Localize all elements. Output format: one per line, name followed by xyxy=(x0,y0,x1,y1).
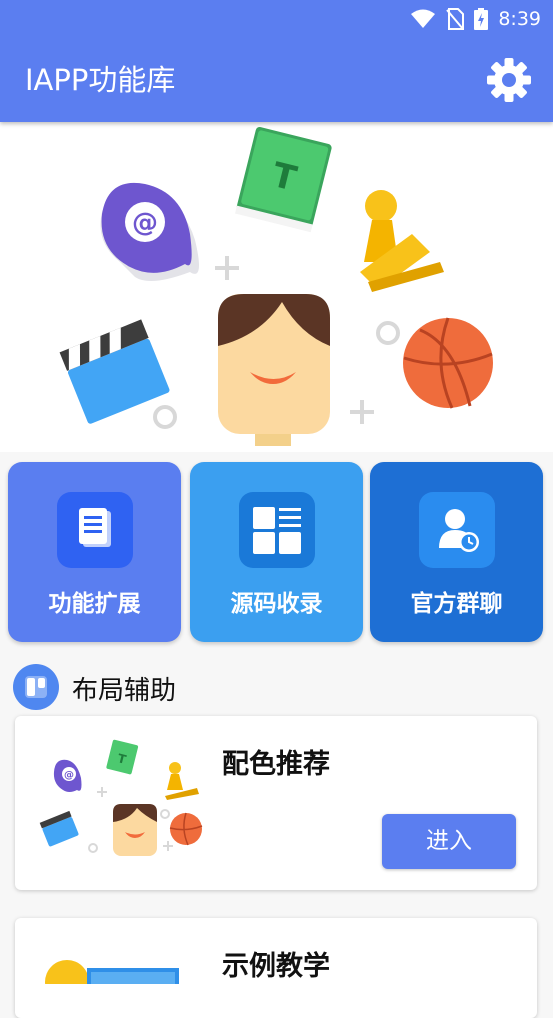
hero-artwork: @ T xyxy=(59,126,493,446)
svg-text:@: @ xyxy=(64,770,74,781)
book-icon: T xyxy=(235,126,332,233)
card-example-tutorial: 示例教学 xyxy=(15,918,537,1018)
card-color-recommendation: @ T 配色推荐 进入 xyxy=(15,716,537,890)
tile-label: 官方群聊 xyxy=(410,591,503,617)
document-icon xyxy=(57,492,133,568)
battery-charging-icon xyxy=(474,8,489,30)
section-title: 布局辅助 xyxy=(72,676,177,706)
layout-icon xyxy=(13,664,59,710)
tile-source-collection[interactable]: 源码收录 xyxy=(190,462,363,642)
tile-label: 功能扩展 xyxy=(48,591,141,617)
enter-button[interactable]: 进入 xyxy=(382,814,516,869)
card-illustration: @ T xyxy=(39,739,203,856)
clock-time: 8:39 xyxy=(498,8,541,30)
clapperboard-icon xyxy=(59,319,170,424)
status-bar: 8:39 xyxy=(410,8,541,30)
character-face-icon xyxy=(218,294,330,446)
basketball-icon xyxy=(403,317,493,409)
hero-illustration: @ T xyxy=(0,122,553,452)
wifi-icon xyxy=(411,9,436,28)
card-title: 示例教学 xyxy=(222,951,330,982)
card-illustration xyxy=(45,960,179,984)
tile-official-group[interactable]: 官方群聊 xyxy=(370,462,543,642)
gear-icon[interactable] xyxy=(486,57,532,103)
svg-text:@: @ xyxy=(132,208,158,238)
tile-label: 源码收录 xyxy=(230,591,323,617)
user-clock-icon xyxy=(419,492,495,568)
no-sim-icon xyxy=(446,8,465,30)
tile-feature-extension[interactable]: 功能扩展 xyxy=(8,462,181,642)
chess-pawn-icon xyxy=(360,190,444,292)
app-bar: 8:39 IAPP功能库 xyxy=(0,0,553,122)
chat-bubble-icon: @ xyxy=(100,182,199,281)
card-title: 配色推荐 xyxy=(222,749,330,780)
layout-grid-icon xyxy=(239,492,315,568)
app-title: IAPP功能库 xyxy=(25,63,176,97)
